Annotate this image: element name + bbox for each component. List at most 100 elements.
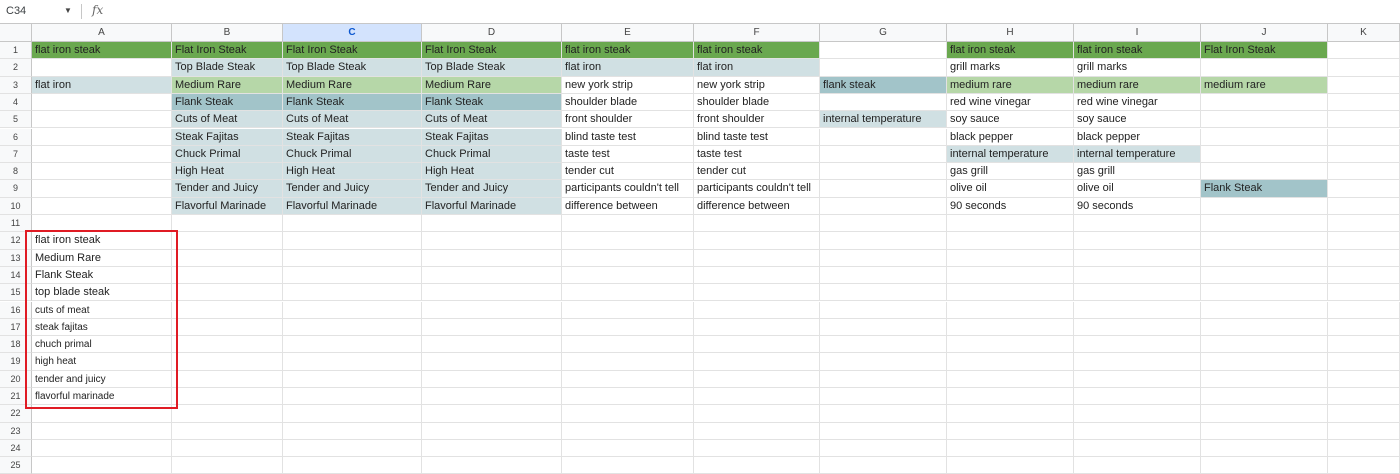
cell-h17[interactable]: [947, 318, 1074, 337]
cell-b3[interactable]: Medium Rare: [172, 76, 283, 94]
cell-h7[interactable]: internal temperature: [947, 145, 1074, 164]
cell-a24[interactable]: [32, 439, 172, 458]
cell-f24[interactable]: [694, 439, 820, 458]
cell-a13[interactable]: Medium Rare: [32, 249, 172, 267]
cell-f22[interactable]: [694, 405, 820, 423]
cell-e13[interactable]: [562, 249, 694, 267]
cell-d8[interactable]: High Heat: [422, 163, 562, 181]
cell-k15[interactable]: [1328, 284, 1400, 302]
cell-a17[interactable]: steak fajitas: [32, 318, 172, 337]
cell-h25[interactable]: [947, 457, 1074, 474]
cell-i22[interactable]: [1074, 405, 1201, 423]
cell-g25[interactable]: [820, 457, 947, 474]
column-header-h[interactable]: H: [947, 24, 1074, 42]
cell-f7[interactable]: taste test: [694, 145, 820, 164]
cell-j4[interactable]: [1201, 93, 1328, 112]
cell-g8[interactable]: [820, 163, 947, 181]
row-header-16[interactable]: 16: [0, 301, 32, 319]
cell-k11[interactable]: [1328, 215, 1400, 233]
row-header-21[interactable]: 21: [0, 388, 32, 406]
cell-b9[interactable]: Tender and Juicy: [172, 180, 283, 198]
select-all-corner[interactable]: [0, 24, 32, 42]
cell-g7[interactable]: [820, 145, 947, 164]
cell-h24[interactable]: [947, 439, 1074, 458]
cell-g4[interactable]: [820, 93, 947, 112]
cell-b15[interactable]: [172, 284, 283, 302]
cell-i6[interactable]: black pepper: [1074, 128, 1201, 146]
cell-h13[interactable]: [947, 249, 1074, 267]
cell-a14[interactable]: Flank Steak: [32, 266, 172, 285]
cell-i20[interactable]: [1074, 370, 1201, 388]
cell-d23[interactable]: [422, 422, 562, 440]
cell-a15[interactable]: top blade steak: [32, 284, 172, 302]
cell-k8[interactable]: [1328, 163, 1400, 181]
cell-k19[interactable]: [1328, 353, 1400, 371]
cell-c2[interactable]: Top Blade Steak: [283, 59, 422, 77]
cell-c8[interactable]: High Heat: [283, 163, 422, 181]
cell-g10[interactable]: [820, 197, 947, 215]
row-header-15[interactable]: 15: [0, 284, 32, 302]
cell-d25[interactable]: [422, 457, 562, 474]
cell-a4[interactable]: [32, 93, 172, 112]
cell-a12[interactable]: flat iron steak: [32, 232, 172, 250]
cell-f8[interactable]: tender cut: [694, 163, 820, 181]
row-header-5[interactable]: 5: [0, 111, 32, 129]
cell-f15[interactable]: [694, 284, 820, 302]
row-header-3[interactable]: 3: [0, 76, 32, 94]
cell-j12[interactable]: [1201, 232, 1328, 250]
cell-i10[interactable]: 90 seconds: [1074, 197, 1201, 215]
cell-h18[interactable]: [947, 336, 1074, 354]
cell-c25[interactable]: [283, 457, 422, 474]
cell-i24[interactable]: [1074, 439, 1201, 458]
cell-i7[interactable]: internal temperature: [1074, 145, 1201, 164]
cell-f14[interactable]: [694, 266, 820, 285]
column-header-e[interactable]: E: [562, 24, 694, 42]
cell-h6[interactable]: black pepper: [947, 128, 1074, 146]
cell-g24[interactable]: [820, 439, 947, 458]
cell-f2[interactable]: flat iron: [694, 59, 820, 77]
cell-k23[interactable]: [1328, 422, 1400, 440]
cell-a18[interactable]: chuch primal: [32, 336, 172, 354]
row-header-22[interactable]: 22: [0, 405, 32, 423]
cell-e5[interactable]: front shoulder: [562, 111, 694, 129]
row-header-24[interactable]: 24: [0, 439, 32, 458]
cell-i5[interactable]: soy sauce: [1074, 111, 1201, 129]
cell-f20[interactable]: [694, 370, 820, 388]
cell-i23[interactable]: [1074, 422, 1201, 440]
cell-d3[interactable]: Medium Rare: [422, 76, 562, 94]
cell-e17[interactable]: [562, 318, 694, 337]
cell-e7[interactable]: taste test: [562, 145, 694, 164]
cell-a23[interactable]: [32, 422, 172, 440]
cell-c4[interactable]: Flank Steak: [283, 93, 422, 112]
cell-f1[interactable]: flat iron steak: [694, 42, 820, 60]
cell-k2[interactable]: [1328, 59, 1400, 77]
cell-i11[interactable]: [1074, 215, 1201, 233]
cell-b12[interactable]: [172, 232, 283, 250]
cell-b22[interactable]: [172, 405, 283, 423]
cell-c9[interactable]: Tender and Juicy: [283, 180, 422, 198]
cell-i21[interactable]: [1074, 388, 1201, 406]
cell-f10[interactable]: difference between: [694, 197, 820, 215]
cell-b11[interactable]: [172, 215, 283, 233]
cell-k17[interactable]: [1328, 318, 1400, 337]
cell-h12[interactable]: [947, 232, 1074, 250]
cell-f6[interactable]: blind taste test: [694, 128, 820, 146]
cell-k1[interactable]: [1328, 42, 1400, 60]
cell-g21[interactable]: [820, 388, 947, 406]
cell-e16[interactable]: [562, 301, 694, 319]
cell-d4[interactable]: Flank Steak: [422, 93, 562, 112]
cell-j2[interactable]: [1201, 59, 1328, 77]
row-header-19[interactable]: 19: [0, 353, 32, 371]
cell-d10[interactable]: Flavorful Marinade: [422, 197, 562, 215]
cell-k13[interactable]: [1328, 249, 1400, 267]
cell-i17[interactable]: [1074, 318, 1201, 337]
column-header-f[interactable]: F: [694, 24, 820, 42]
cell-j10[interactable]: [1201, 197, 1328, 215]
cell-c20[interactable]: [283, 370, 422, 388]
cell-c11[interactable]: [283, 215, 422, 233]
cell-h5[interactable]: soy sauce: [947, 111, 1074, 129]
cell-f23[interactable]: [694, 422, 820, 440]
cell-h3[interactable]: medium rare: [947, 76, 1074, 94]
row-header-14[interactable]: 14: [0, 266, 32, 285]
cell-j1[interactable]: Flat Iron Steak: [1201, 42, 1328, 60]
